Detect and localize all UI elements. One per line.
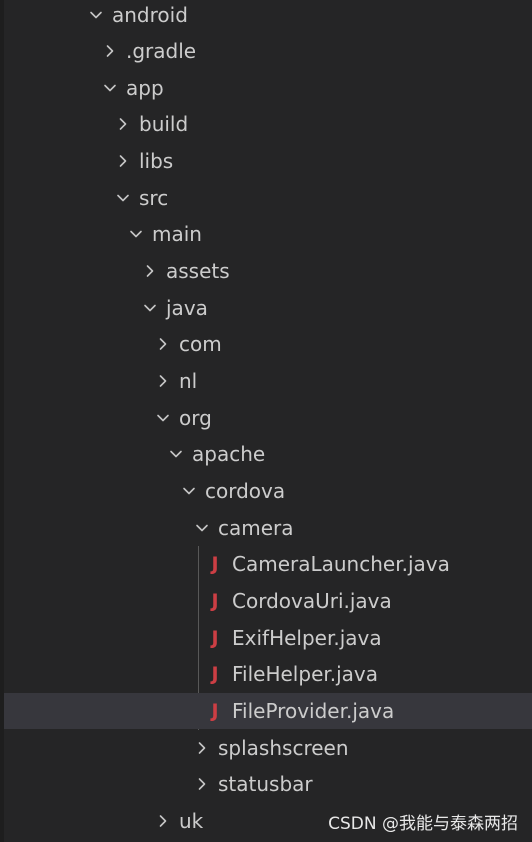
chevron-right-icon — [153, 334, 173, 354]
tree-item-label: app — [126, 76, 164, 100]
tree-item-label: src — [139, 186, 169, 210]
tree-item-build[interactable]: build — [4, 106, 532, 142]
tree-item-libs[interactable]: libs — [4, 143, 532, 179]
tree-item-label: nl — [179, 369, 198, 393]
tree-item-file[interactable]: J CameraLauncher.java — [4, 546, 532, 582]
tree-item-android[interactable]: android — [4, 0, 532, 33]
chevron-right-icon — [192, 738, 212, 758]
tree-item-label: splashscreen — [218, 736, 349, 760]
tree-item-file[interactable]: J FileHelper.java — [4, 656, 532, 692]
chevron-down-icon — [86, 5, 106, 25]
tree-item-label: build — [139, 112, 189, 136]
java-file-icon: J — [211, 662, 219, 685]
tree-item-file[interactable]: J CordovaUri.java — [4, 583, 532, 619]
tree-item-label: CameraLauncher.java — [232, 552, 450, 576]
chevron-down-icon — [113, 188, 133, 208]
tree-item-src[interactable]: src — [4, 180, 532, 216]
tree-item-cordova[interactable]: cordova — [4, 473, 532, 509]
chevron-down-icon — [100, 78, 120, 98]
tree-item-java[interactable]: java — [4, 290, 532, 326]
java-file-icon: J — [211, 552, 219, 575]
tree-item-apache[interactable]: apache — [4, 436, 532, 472]
tree-item-com[interactable]: com — [4, 326, 532, 362]
tree-item-label: camera — [218, 516, 294, 540]
tree-item-label: assets — [166, 259, 230, 283]
chevron-down-icon — [166, 444, 186, 464]
tree-item-label: uk — [179, 809, 204, 833]
chevron-right-icon — [153, 811, 173, 831]
file-explorer-tree: android .gradle app build libs src main … — [4, 0, 532, 842]
tree-item-splashscreen[interactable]: splashscreen — [4, 730, 532, 766]
watermark-text: CSDN @我能与泰森两招 — [328, 814, 518, 834]
tree-item-label: statusbar — [218, 772, 313, 796]
chevron-down-icon — [179, 481, 199, 501]
tree-item-file-selected[interactable]: J FileProvider.java — [4, 693, 532, 729]
tree-item-statusbar[interactable]: statusbar — [4, 766, 532, 802]
java-file-icon: J — [211, 699, 219, 722]
tree-item-label: ExifHelper.java — [232, 626, 382, 650]
tree-item-label: .gradle — [126, 39, 197, 63]
tree-item-label: java — [166, 296, 208, 320]
tree-item-assets[interactable]: assets — [4, 253, 532, 289]
tree-item-label: FileProvider.java — [232, 699, 395, 723]
chevron-right-icon — [140, 261, 160, 281]
tree-item-label: libs — [139, 149, 174, 173]
java-file-icon: J — [211, 626, 219, 649]
tree-item-label: org — [179, 406, 212, 430]
chevron-right-icon — [113, 151, 133, 171]
tree-item-camera[interactable]: camera — [4, 510, 532, 546]
chevron-right-icon — [113, 114, 133, 134]
tree-item-file[interactable]: J ExifHelper.java — [4, 620, 532, 656]
tree-item-label: main — [152, 222, 202, 246]
tree-item-main[interactable]: main — [4, 216, 532, 252]
java-file-icon: J — [211, 589, 219, 612]
chevron-right-icon — [100, 41, 120, 61]
tree-item-label: FileHelper.java — [232, 662, 379, 686]
tree-item-label: com — [179, 332, 222, 356]
tree-item-label: cordova — [205, 479, 286, 503]
chevron-right-icon — [153, 371, 173, 391]
tree-item-app[interactable]: app — [4, 70, 532, 106]
tree-item-nl[interactable]: nl — [4, 363, 532, 399]
chevron-down-icon — [153, 408, 173, 428]
tree-item-label: apache — [192, 442, 266, 466]
chevron-right-icon — [192, 774, 212, 794]
tree-item-org[interactable]: org — [4, 400, 532, 436]
tree-item-gradle[interactable]: .gradle — [4, 33, 532, 69]
chevron-down-icon — [192, 518, 212, 538]
chevron-down-icon — [126, 224, 146, 244]
chevron-down-icon — [140, 298, 160, 318]
tree-item-label: android — [112, 3, 188, 27]
tree-item-label: CordovaUri.java — [232, 589, 392, 613]
